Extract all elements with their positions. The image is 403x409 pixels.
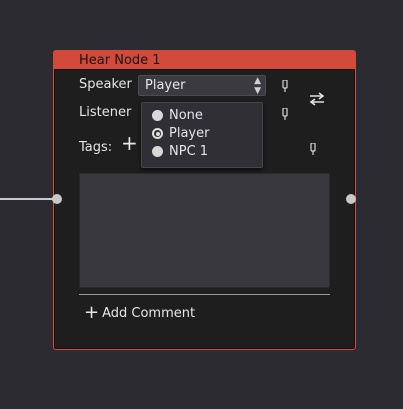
add-tag-plus-icon[interactable]: + xyxy=(121,133,138,153)
pin-icon[interactable] xyxy=(282,80,288,92)
node-title[interactable]: Hear Node 1 xyxy=(54,51,355,70)
pin-icon[interactable] xyxy=(310,143,316,155)
listener-label: Listener xyxy=(79,105,132,120)
comment-text-area[interactable] xyxy=(79,173,330,288)
plus-icon: + xyxy=(84,302,100,323)
speaker-dropdown-menu[interactable]: None Player NPC 1 xyxy=(141,102,263,168)
option-label: Player xyxy=(169,126,210,141)
radio-unchecked-icon xyxy=(152,146,163,157)
dropdown-option[interactable]: Player xyxy=(142,125,262,143)
add-comment-button[interactable]: + Add Comment xyxy=(84,303,195,323)
option-label: None xyxy=(169,108,203,123)
speaker-select-value: Player xyxy=(145,78,186,93)
tags-label: Tags: xyxy=(79,140,113,155)
select-arrows-icon: ▲ ▼ xyxy=(254,75,261,96)
input-port[interactable] xyxy=(52,194,62,204)
option-label: NPC 1 xyxy=(169,144,209,159)
graph-canvas[interactable]: Hear Node 1 Speaker Player ▲ ▼ Listener T… xyxy=(0,0,403,409)
divider xyxy=(79,294,330,295)
output-port[interactable] xyxy=(346,194,356,204)
dropdown-option[interactable]: None xyxy=(142,107,262,125)
connection-wire xyxy=(0,198,56,200)
add-comment-label: Add Comment xyxy=(102,305,196,321)
radio-unchecked-icon xyxy=(152,110,163,121)
speaker-select[interactable]: Player ▲ ▼ xyxy=(138,75,266,96)
hear-node[interactable]: Hear Node 1 Speaker Player ▲ ▼ Listener T… xyxy=(53,50,356,350)
pin-icon[interactable] xyxy=(282,108,288,120)
speaker-label: Speaker xyxy=(79,77,132,92)
radio-checked-icon xyxy=(152,128,163,139)
dropdown-option[interactable]: NPC 1 xyxy=(142,143,262,161)
swap-arrows-icon[interactable] xyxy=(308,91,326,107)
